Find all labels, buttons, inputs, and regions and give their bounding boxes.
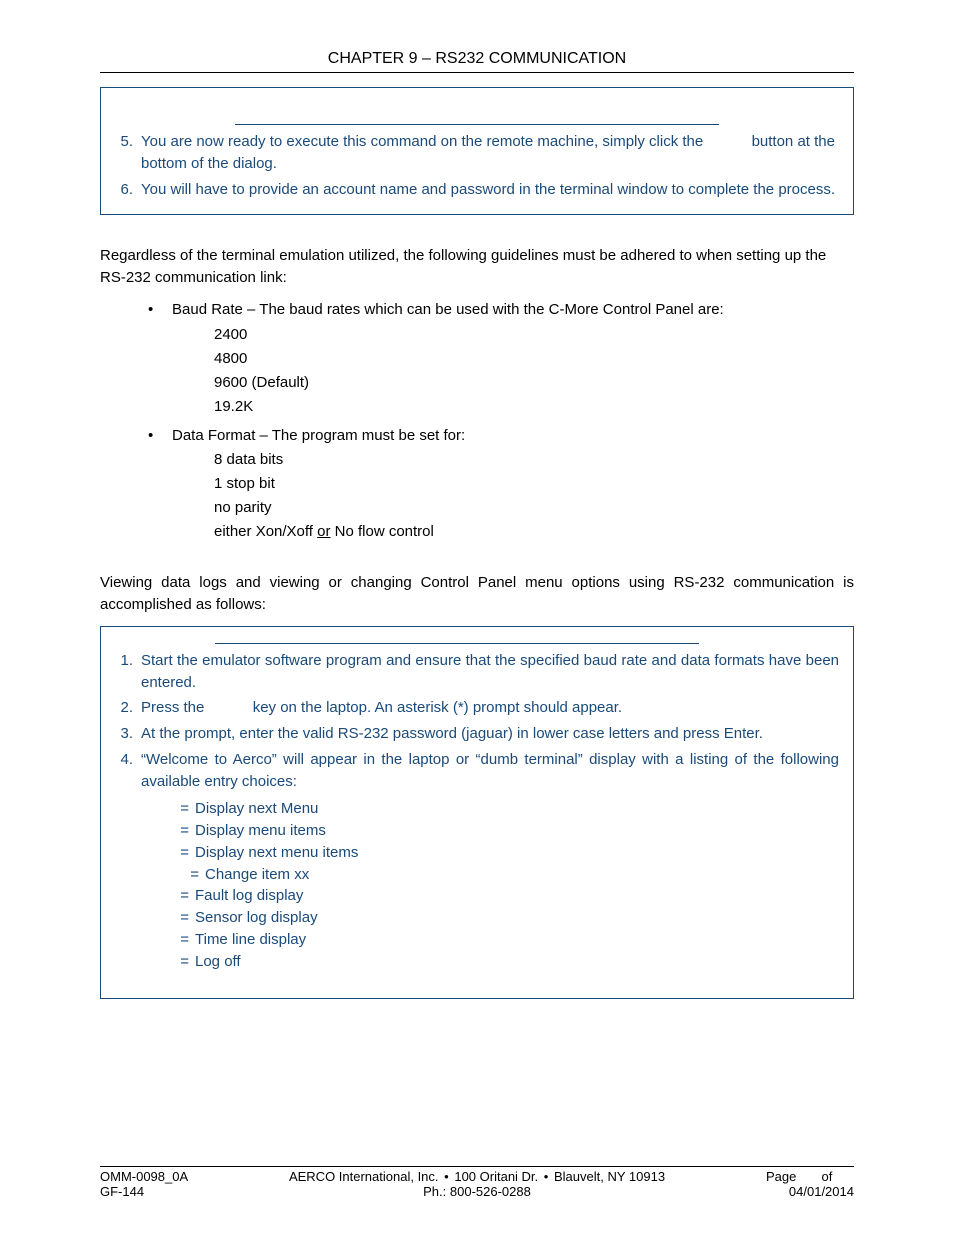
text-underline: or [317,523,330,540]
format-value: 8 data bits [214,448,854,472]
entry-row: =Display menu items [175,820,839,842]
footer-city: Blauvelt, NY 10913 [554,1169,665,1184]
format-value: no parity [214,496,854,520]
format-value: 1 stop bit [214,472,854,496]
step-number: 2. [115,697,141,719]
instruction-box-1: 5. You are now ready to execute this com… [100,87,854,215]
equals-icon: = [175,907,195,929]
bullet-lead: Data Format – The program must be set fo… [172,427,465,444]
baud-value: 2400 [214,323,854,347]
steps-list-1: 5. You are now ready to execute this com… [115,131,839,200]
step-number: 4. [115,749,141,793]
footer-center-2: Ph.: 800-526-0288 [423,1184,531,1199]
entry-label: Display menu items [195,820,326,842]
step-number: 3. [115,723,141,745]
step-number: 5. [115,131,141,175]
entry-row: =Display next Menu [175,798,839,820]
format-value: either Xon/Xoff or No flow control [214,520,854,544]
paragraph-1: Regardless of the terminal emulation uti… [100,245,854,289]
divider [215,643,699,644]
baud-rate-list: 2400 4800 9600 (Default) 19.2K [214,323,854,419]
entry-label: Display next Menu [195,798,318,820]
step-number: 1. [115,650,141,694]
instruction-box-2: 1. Start the emulator software program a… [100,626,854,1000]
step-text: Start the emulator software program and … [141,650,839,694]
page-label: Page [766,1169,800,1184]
step-4: 4. “Welcome to Aerco” will appear in the… [115,749,839,793]
equals-icon: = [175,885,195,907]
equals-icon: = [175,842,195,864]
entry-row: =Time line display [175,929,839,951]
entry-row: =Fault log display [175,885,839,907]
footer-right-2: 04/01/2014 [714,1184,854,1199]
bullet-baud-rate: Baud Rate – The baud rates which can be … [148,299,854,321]
text-fragment: either Xon/Xoff [214,523,317,540]
entry-choices: =Display next Menu =Display menu items =… [175,798,839,972]
bullet-data-format: Data Format – The program must be set fo… [148,425,854,447]
entry-label: Time line display [195,929,306,951]
step-3: 3. At the prompt, enter the valid RS-232… [115,723,839,745]
step-text: “Welcome to Aerco” will appear in the la… [141,749,839,793]
text-fragment: No flow control [330,523,433,540]
step-1: 1. Start the emulator software program a… [115,650,839,694]
entry-label: Display next menu items [195,842,358,864]
footer-address: 100 Oritani Dr. [454,1169,538,1184]
step-text: Press the key on the laptop. An asterisk… [141,697,839,719]
step-text: At the prompt, enter the valid RS-232 pa… [141,723,839,745]
entry-label: Change item xx [205,864,309,886]
bullet-icon: • [442,1169,451,1184]
step-text: You are now ready to execute this comman… [141,131,839,175]
equals-icon: = [175,864,205,886]
text-fragment: key on the laptop. An asterisk (*) promp… [249,699,623,716]
entry-label: Fault log display [195,885,303,907]
step-text: You will have to provide an account name… [141,179,839,201]
entry-label: Log off [195,951,241,973]
step-number: 6. [115,179,141,201]
chapter-title: CHAPTER 9 – RS232 COMMUNICATION [100,50,854,73]
steps-list-2: 1. Start the emulator software program a… [115,650,839,793]
equals-icon: = [175,820,195,842]
step-6: 6. You will have to provide an account n… [115,179,839,201]
equals-icon: = [175,929,195,951]
footer-right-1: Page of [714,1169,854,1184]
bullet-list: Baud Rate – The baud rates which can be … [148,299,854,321]
bullet-lead: Baud Rate – The baud rates which can be … [172,301,724,318]
paragraph-2: Viewing data logs and viewing or changin… [100,572,854,616]
page-footer: OMM-0098_0A AERCO International, Inc. • … [100,1166,854,1199]
bullet-list: Data Format – The program must be set fo… [148,425,854,447]
baud-value: 19.2K [214,395,854,419]
footer-left-1: OMM-0098_0A [100,1169,240,1184]
footer-company: AERCO International, Inc. [289,1169,439,1184]
text-fragment: Press the [141,699,209,716]
entry-row: =Log off [175,951,839,973]
divider [235,124,719,125]
equals-icon: = [175,798,195,820]
footer-left-2: GF-144 [100,1184,240,1199]
entry-row: =Display next menu items [175,842,839,864]
step-2: 2. Press the key on the laptop. An aster… [115,697,839,719]
equals-icon: = [175,951,195,973]
entry-label: Sensor log display [195,907,318,929]
of-label: of [818,1169,836,1184]
entry-row: =Change item xx [175,864,839,886]
entry-row: =Sensor log display [175,907,839,929]
baud-value: 9600 (Default) [214,371,854,395]
data-format-list: 8 data bits 1 stop bit no parity either … [214,448,854,544]
bullet-icon: • [542,1169,551,1184]
step-5: 5. You are now ready to execute this com… [115,131,839,175]
text-fragment: You are now ready to execute this comman… [141,133,707,150]
footer-center-1: AERCO International, Inc. • 100 Oritani … [289,1169,665,1184]
baud-value: 4800 [214,347,854,371]
